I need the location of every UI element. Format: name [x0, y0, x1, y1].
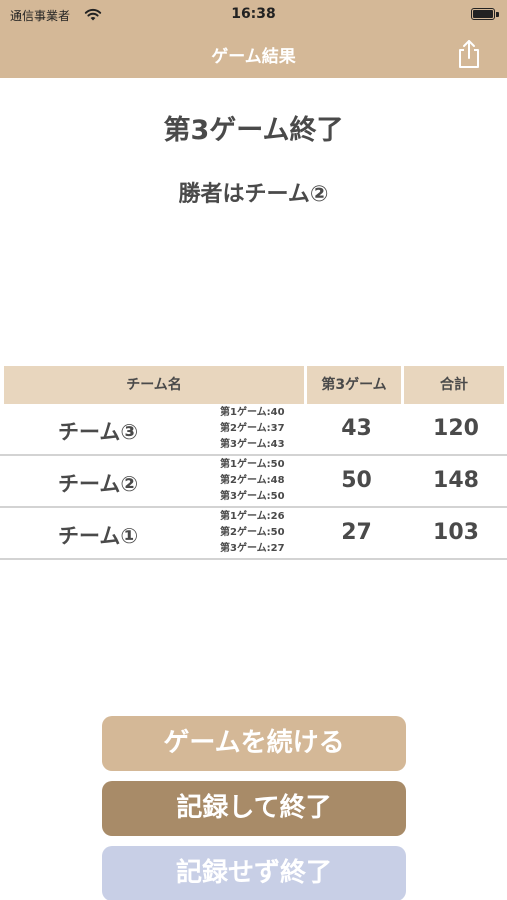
- battery-icon: [471, 8, 495, 20]
- current-game-score: 43: [341, 416, 372, 441]
- clock: 16:38: [231, 6, 276, 22]
- battery-tip: [496, 12, 499, 17]
- nav-bar: ゲーム結果: [0, 30, 507, 78]
- table-row: チーム③ 第1ゲーム:40 第2ゲーム:37 第3ゲーム:43 43 120: [0, 404, 507, 456]
- history-entry: 第3ゲーム:27: [220, 543, 285, 554]
- history-entry: 第3ゲーム:43: [220, 439, 285, 450]
- column-header-total: 合計: [440, 377, 468, 393]
- total-score: 103: [433, 520, 479, 545]
- history-entry: 第2ゲーム:48: [220, 475, 285, 486]
- history-entry: 第2ゲーム:50: [220, 527, 285, 538]
- current-game-score: 50: [341, 468, 372, 493]
- history-entry: 第3ゲーム:50: [220, 491, 285, 502]
- total-score: 148: [433, 468, 479, 493]
- continue-game-button[interactable]: ゲームを続ける: [102, 716, 406, 771]
- column-header-current-game: 第3ゲーム: [307, 366, 404, 404]
- winner-label: 勝者はチーム②: [178, 182, 329, 207]
- team-name: チーム③: [58, 420, 139, 444]
- game-history: 第1ゲーム:26 第2ゲーム:50 第3ゲーム:27: [220, 509, 285, 557]
- table-row: チーム② 第1ゲーム:50 第2ゲーム:48 第3ゲーム:50 50 148: [0, 456, 507, 508]
- save-and-end-button[interactable]: 記録して終了: [102, 781, 406, 836]
- end-without-saving-button[interactable]: 記録せず終了: [102, 846, 406, 900]
- score-table-header: チーム名 第3ゲーム 合計: [4, 366, 504, 404]
- column-header-team-name: チーム名: [4, 366, 307, 404]
- nav-title: ゲーム結果: [211, 47, 296, 67]
- history-entry: 第1ゲーム:40: [220, 407, 285, 418]
- share-icon[interactable]: [455, 38, 483, 70]
- table-row: チーム① 第1ゲーム:26 第2ゲーム:50 第3ゲーム:27 27 103: [0, 508, 507, 560]
- game-history: 第1ゲーム:40 第2ゲーム:37 第3ゲーム:43: [220, 405, 285, 453]
- team-name: チーム①: [58, 524, 139, 548]
- history-entry: 第2ゲーム:37: [220, 423, 285, 434]
- team-name: チーム②: [58, 472, 139, 496]
- history-entry: 第1ゲーム:26: [220, 511, 285, 522]
- total-score: 120: [433, 416, 479, 441]
- current-game-score: 27: [341, 520, 372, 545]
- score-table: チーム③ 第1ゲーム:40 第2ゲーム:37 第3ゲーム:43 43 120 チ…: [0, 404, 507, 560]
- status-bar: 通信事業者 16:38: [0, 0, 507, 30]
- history-entry: 第1ゲーム:50: [220, 459, 285, 470]
- game-finished-heading: 第3ゲーム終了: [163, 115, 344, 146]
- game-history: 第1ゲーム:50 第2ゲーム:48 第3ゲーム:50: [220, 457, 285, 505]
